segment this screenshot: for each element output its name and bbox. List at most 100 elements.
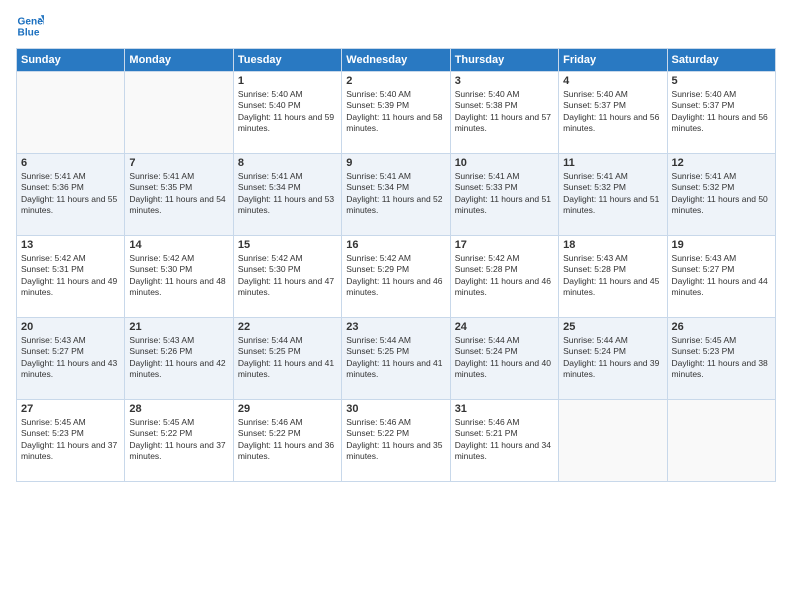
cell-content: Sunrise: 5:43 AMSunset: 5:27 PMDaylight:… [672,253,771,299]
calendar-cell [667,400,775,482]
calendar-cell: 6Sunrise: 5:41 AMSunset: 5:36 PMDaylight… [17,154,125,236]
svg-text:Blue: Blue [18,27,40,38]
calendar-cell: 17Sunrise: 5:42 AMSunset: 5:28 PMDayligh… [450,236,558,318]
cell-content: Sunrise: 5:41 AMSunset: 5:32 PMDaylight:… [563,171,662,217]
calendar-cell: 2Sunrise: 5:40 AMSunset: 5:39 PMDaylight… [342,72,450,154]
weekday-header-row: SundayMondayTuesdayWednesdayThursdayFrid… [17,49,776,72]
calendar-cell: 13Sunrise: 5:42 AMSunset: 5:31 PMDayligh… [17,236,125,318]
day-number: 21 [129,321,228,333]
week-row-4: 20Sunrise: 5:43 AMSunset: 5:27 PMDayligh… [17,318,776,400]
cell-content: Sunrise: 5:43 AMSunset: 5:26 PMDaylight:… [129,335,228,381]
week-row-2: 6Sunrise: 5:41 AMSunset: 5:36 PMDaylight… [17,154,776,236]
calendar-cell: 4 Sunrise: 5:40 AMSunset: 5:37 PMDaylight… [559,72,667,154]
day-number: 6 [21,157,120,169]
cell-content: Sunrise: 5:43 AMSunset: 5:28 PMDaylight:… [563,253,662,299]
calendar-cell: 25 Sunrise: 5:44 AMSunset: 5:24 PMDayligh… [559,318,667,400]
weekday-header-thursday: Thursday [450,49,558,72]
week-row-1: 1 Sunrise: 5:40 AMSunset: 5:40 PMDaylight… [17,72,776,154]
cell-content: Sunrise: 5:42 AMSunset: 5:29 PMDaylight:… [346,253,445,299]
day-number: 16 [346,239,445,251]
generalblue-logo-icon: General Blue [16,12,44,40]
cell-content: Sunrise: 5:45 AMSunset: 5:23 PMDaylight:… [21,417,120,463]
calendar-cell: 29 Sunrise: 5:46 AMSunset: 5:22 PMDayligh… [233,400,341,482]
cell-content: Sunrise: 5:42 AMSunset: 5:31 PMDaylight:… [21,253,120,299]
calendar-table: SundayMondayTuesdayWednesdayThursdayFrid… [16,48,776,482]
cell-content: Sunrise: 5:45 AMSunset: 5:22 PMDaylight:… [129,417,228,463]
calendar-cell: 8Sunrise: 5:41 AMSunset: 5:34 PMDaylight… [233,154,341,236]
cell-content: Sunrise: 5:42 AMSunset: 5:30 PMDaylight:… [238,253,337,299]
calendar-cell: 18 Sunrise: 5:43 AMSunset: 5:28 PMDayligh… [559,236,667,318]
cell-content: Sunrise: 5:44 AMSunset: 5:24 PMDaylight:… [563,335,662,381]
day-number: 12 [672,157,771,169]
day-number: 9 [346,157,445,169]
calendar-cell: 9 Sunrise: 5:41 AMSunset: 5:34 PMDaylight… [342,154,450,236]
day-number: 30 [346,403,445,415]
weekday-header-tuesday: Tuesday [233,49,341,72]
calendar-cell [17,72,125,154]
calendar-cell: 31 Sunrise: 5:46 AMSunset: 5:21 PMDayligh… [450,400,558,482]
day-number: 15 [238,239,337,251]
day-number: 27 [21,403,120,415]
calendar-cell: 10 Sunrise: 5:41 AMSunset: 5:33 PMDayligh… [450,154,558,236]
calendar-cell: 21 Sunrise: 5:43 AMSunset: 5:26 PMDayligh… [125,318,233,400]
day-number: 19 [672,239,771,251]
cell-content: Sunrise: 5:44 AMSunset: 5:25 PMDaylight:… [346,335,445,381]
calendar-cell: 19 Sunrise: 5:43 AMSunset: 5:27 PMDayligh… [667,236,775,318]
calendar-cell: 1 Sunrise: 5:40 AMSunset: 5:40 PMDaylight… [233,72,341,154]
day-number: 25 [563,321,662,333]
calendar-cell: 24 Sunrise: 5:44 AMSunset: 5:24 PMDayligh… [450,318,558,400]
day-number: 31 [455,403,554,415]
cell-content: Sunrise: 5:40 AMSunset: 5:40 PMDaylight:… [238,89,337,135]
calendar-cell: 3 Sunrise: 5:40 AMSunset: 5:38 PMDaylight… [450,72,558,154]
cell-content: Sunrise: 5:40 AMSunset: 5:37 PMDaylight:… [672,89,771,135]
cell-content: Sunrise: 5:41 AMSunset: 5:35 PMDaylight:… [129,171,228,217]
day-number: 28 [129,403,228,415]
calendar-cell: 7 Sunrise: 5:41 AMSunset: 5:35 PMDaylight… [125,154,233,236]
cell-content: Sunrise: 5:41 AMSunset: 5:34 PMDaylight:… [238,171,337,217]
cell-content: Sunrise: 5:46 AMSunset: 5:22 PMDaylight:… [346,417,445,463]
svg-text:General: General [18,16,44,27]
cell-content: Sunrise: 5:43 AMSunset: 5:27 PMDaylight:… [21,335,120,381]
day-number: 10 [455,157,554,169]
cell-content: Sunrise: 5:45 AMSunset: 5:23 PMDaylight:… [672,335,771,381]
logo: General Blue [16,12,44,40]
weekday-header-friday: Friday [559,49,667,72]
day-number: 23 [346,321,445,333]
day-number: 1 [238,75,337,87]
calendar-cell: 26Sunrise: 5:45 AMSunset: 5:23 PMDayligh… [667,318,775,400]
cell-content: Sunrise: 5:42 AMSunset: 5:30 PMDaylight:… [129,253,228,299]
cell-content: Sunrise: 5:40 AMSunset: 5:37 PMDaylight:… [563,89,662,135]
day-number: 22 [238,321,337,333]
cell-content: Sunrise: 5:44 AMSunset: 5:24 PMDaylight:… [455,335,554,381]
cell-content: Sunrise: 5:41 AMSunset: 5:32 PMDaylight:… [672,171,771,217]
day-number: 3 [455,75,554,87]
calendar-cell: 23 Sunrise: 5:44 AMSunset: 5:25 PMDayligh… [342,318,450,400]
day-number: 24 [455,321,554,333]
page: General Blue SundayMondayTuesdayWednesda… [0,0,792,612]
day-number: 18 [563,239,662,251]
calendar-cell: 5Sunrise: 5:40 AMSunset: 5:37 PMDaylight… [667,72,775,154]
weekday-header-sunday: Sunday [17,49,125,72]
day-number: 2 [346,75,445,87]
cell-content: Sunrise: 5:46 AMSunset: 5:22 PMDaylight:… [238,417,337,463]
cell-content: Sunrise: 5:40 AMSunset: 5:38 PMDaylight:… [455,89,554,135]
week-row-3: 13Sunrise: 5:42 AMSunset: 5:31 PMDayligh… [17,236,776,318]
calendar-cell [125,72,233,154]
cell-content: Sunrise: 5:42 AMSunset: 5:28 PMDaylight:… [455,253,554,299]
week-row-5: 27 Sunrise: 5:45 AMSunset: 5:23 PMDayligh… [17,400,776,482]
calendar-cell [559,400,667,482]
cell-content: Sunrise: 5:41 AMSunset: 5:33 PMDaylight:… [455,171,554,217]
day-number: 7 [129,157,228,169]
cell-content: Sunrise: 5:46 AMSunset: 5:21 PMDaylight:… [455,417,554,463]
day-number: 4 [563,75,662,87]
calendar-cell: 27 Sunrise: 5:45 AMSunset: 5:23 PMDayligh… [17,400,125,482]
calendar-cell: 14 Sunrise: 5:42 AMSunset: 5:30 PMDayligh… [125,236,233,318]
calendar-cell: 16 Sunrise: 5:42 AMSunset: 5:29 PMDayligh… [342,236,450,318]
day-number: 11 [563,157,662,169]
day-number: 29 [238,403,337,415]
calendar-cell: 12 Sunrise: 5:41 AMSunset: 5:32 PMDayligh… [667,154,775,236]
day-number: 14 [129,239,228,251]
weekday-header-monday: Monday [125,49,233,72]
cell-content: Sunrise: 5:41 AMSunset: 5:34 PMDaylight:… [346,171,445,217]
calendar-cell: 28 Sunrise: 5:45 AMSunset: 5:22 PMDayligh… [125,400,233,482]
